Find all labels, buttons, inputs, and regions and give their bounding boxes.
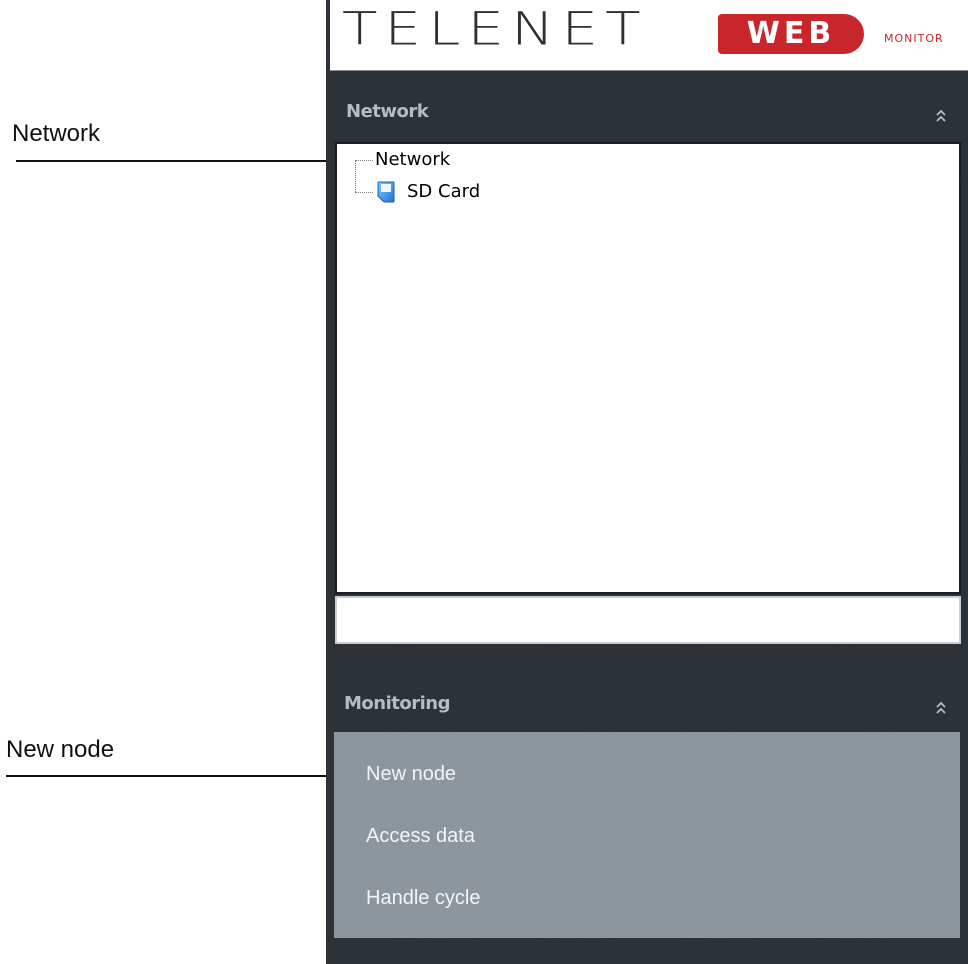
- tree-node-sd-card[interactable]: SD Card: [377, 181, 480, 203]
- callout-new-node-line: [6, 775, 358, 777]
- tree-node-network[interactable]: Network: [375, 149, 450, 171]
- callout-new-node-label: New node: [6, 736, 115, 763]
- logo-tagline: MONITOR: [884, 32, 944, 45]
- tree-guide-vertical: [355, 160, 356, 192]
- callout-network-label: Network: [12, 120, 101, 147]
- collapse-network-icon[interactable]: [934, 101, 948, 122]
- logo-web-badge: WEB: [718, 14, 864, 54]
- network-section-header: Network: [334, 92, 962, 132]
- menu-item-new-node[interactable]: New node: [366, 762, 456, 786]
- sd-card-icon: [377, 181, 395, 203]
- network-section-title: Network: [346, 101, 429, 122]
- tree-guide-child: [355, 192, 373, 193]
- logo-brand-text: TELENET: [342, 2, 648, 56]
- logo-header: TELENET WEB MONITOR: [330, 0, 968, 71]
- collapse-monitoring-icon[interactable]: [934, 693, 948, 714]
- monitoring-section-title: Monitoring: [344, 693, 450, 714]
- menu-item-handle-cycle[interactable]: Handle cycle: [366, 886, 481, 910]
- tree-guide-root: [355, 160, 373, 161]
- monitoring-section-header: Monitoring: [334, 684, 962, 724]
- menu-item-access-data[interactable]: Access data: [366, 824, 475, 848]
- sidebar-panel: TELENET WEB MONITOR Network Network SD C…: [326, 0, 968, 964]
- tree-node-sd-card-label: SD Card: [407, 181, 481, 202]
- callout-network-line: [16, 160, 372, 162]
- monitoring-menu: New node Access data Handle cycle: [334, 732, 960, 938]
- screenshot-stage: Network New node TELENET WEB MONITOR Net…: [0, 0, 968, 964]
- network-tree-view[interactable]: Network SD Card: [335, 142, 961, 594]
- network-text-field[interactable]: [335, 596, 961, 644]
